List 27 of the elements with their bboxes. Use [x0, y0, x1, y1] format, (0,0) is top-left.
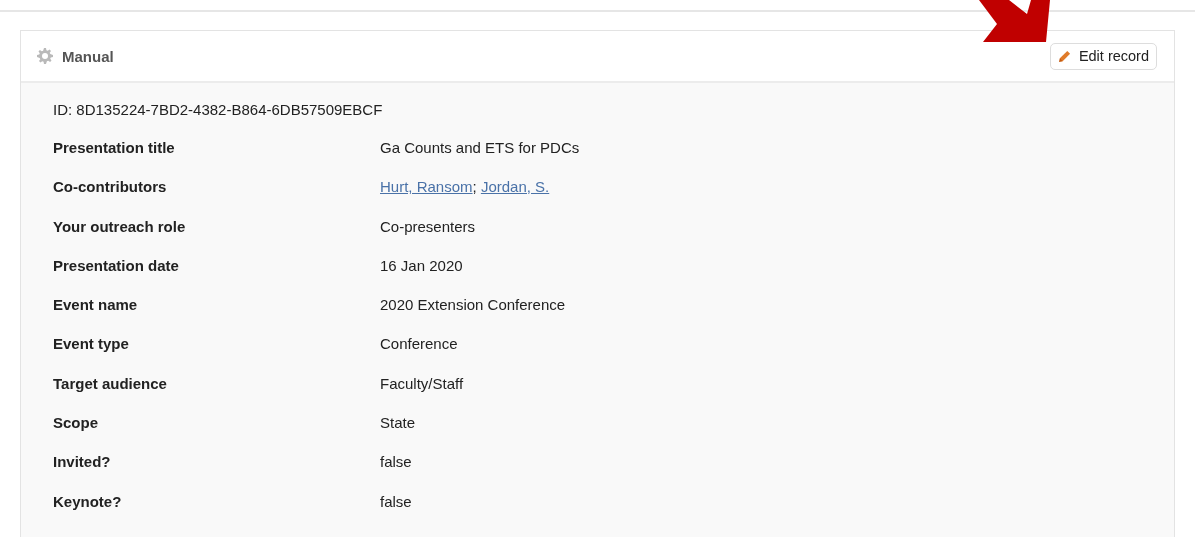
- field-label: Scope: [53, 414, 99, 434]
- field-value: false: [380, 453, 412, 473]
- contributor-link[interactable]: Jordan, S.: [480, 178, 550, 196]
- field-label: Your outreach role: [53, 217, 187, 237]
- field-label: Target audience: [53, 374, 168, 394]
- field-value: State: [380, 414, 416, 434]
- field-value: Conference: [380, 335, 458, 355]
- field-value: Faculty/Staff: [380, 374, 464, 394]
- record-id: ID: 8D135224-7BD2-4382-B864-6DB57509EBCF: [53, 101, 384, 118]
- field-value: Co-presenters: [380, 217, 476, 237]
- card-title: Manual: [62, 47, 114, 65]
- field-label: Presentation date: [53, 256, 180, 276]
- field-value: false: [380, 492, 412, 512]
- contributor-link[interactable]: Hurt, Ransom: [380, 178, 473, 196]
- separator: ;: [472, 178, 477, 196]
- field-value: Ga Counts and ETS for PDCs: [380, 139, 580, 158]
- field-label: Invited?: [53, 453, 112, 473]
- field-label: Presentation title: [53, 139, 176, 158]
- field-label: Co-contributors: [53, 178, 168, 198]
- field-value: 2020 Extension Conference: [380, 296, 566, 316]
- pencil-icon: [1057, 49, 1071, 63]
- field-label: Event type: [53, 335, 130, 355]
- edit-record-button[interactable]: Edit record: [1049, 42, 1157, 70]
- field-label: Keynote?: [53, 492, 123, 512]
- field-label: Event name: [53, 296, 139, 316]
- gear-icon: [37, 48, 53, 64]
- field-value: 16 Jan 2020: [380, 256, 463, 276]
